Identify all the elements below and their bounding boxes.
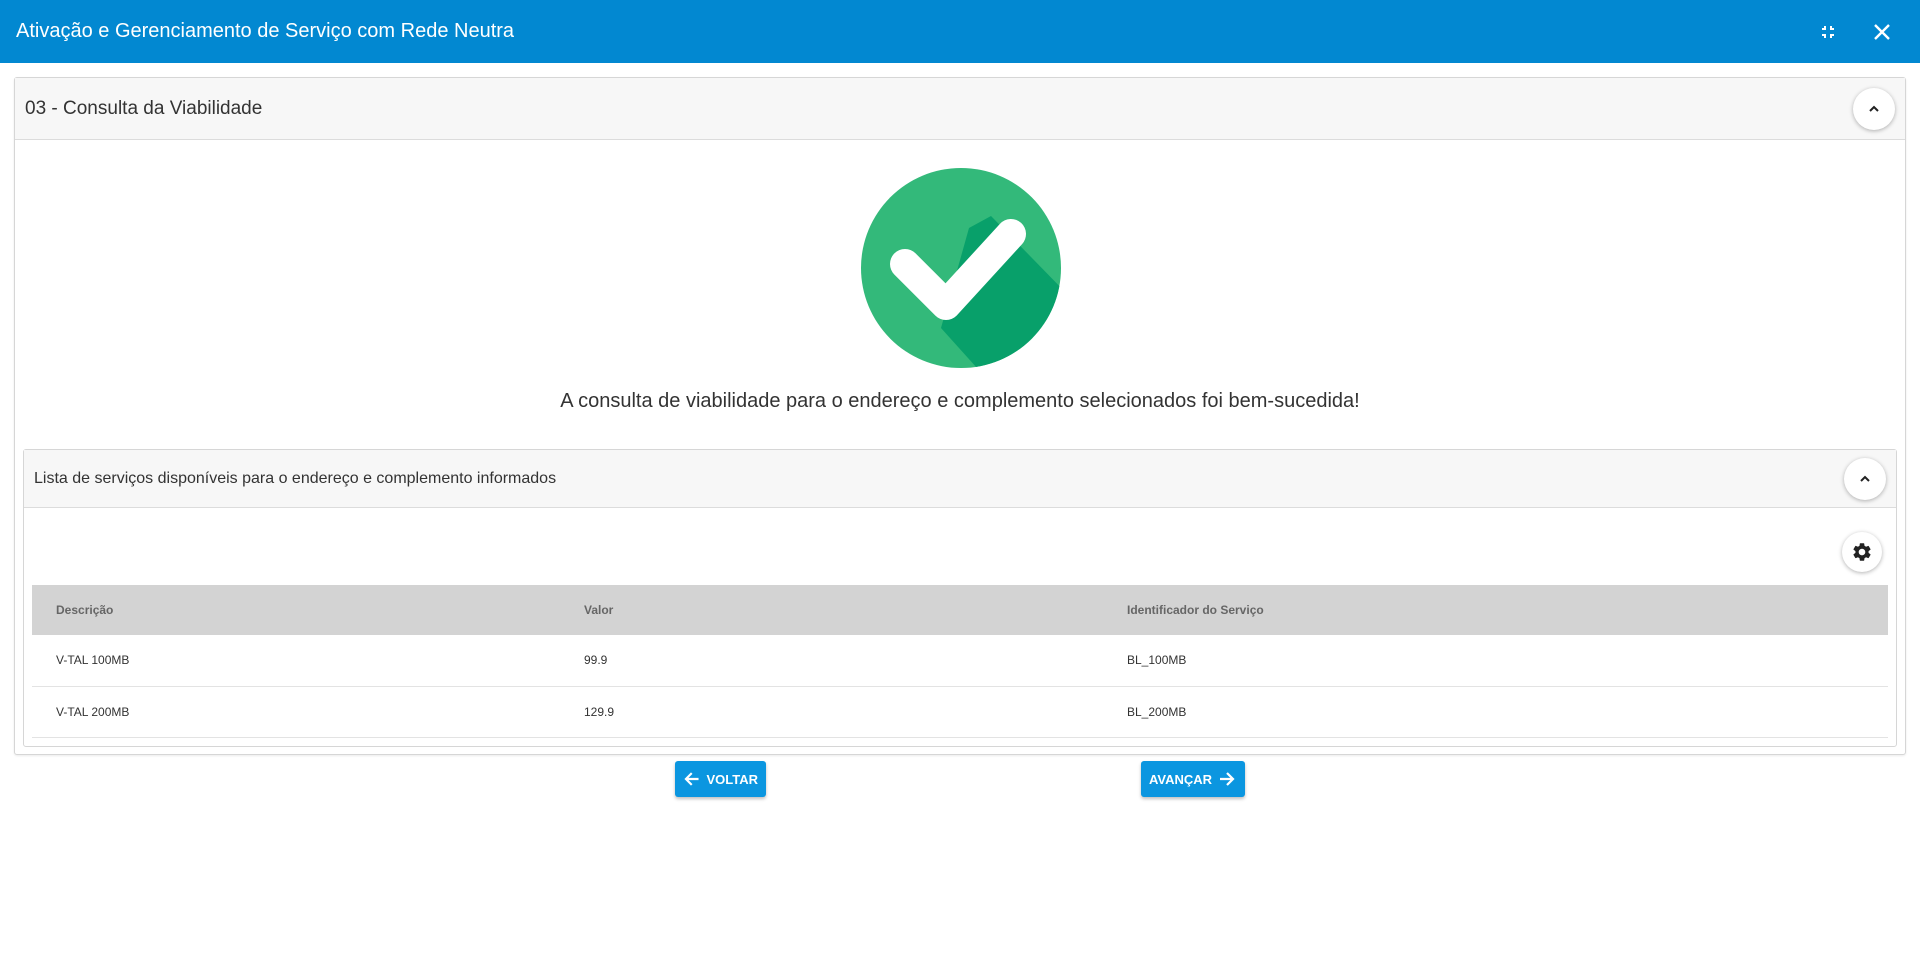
app-header: Ativação e Gerenciamento de Serviço com … [0, 0, 1920, 63]
success-check-icon [861, 168, 1061, 368]
header-actions [1814, 18, 1896, 46]
next-button-label: AVANÇAR [1149, 771, 1213, 787]
success-message: A consulta de viabilidade para o endereç… [560, 390, 1360, 412]
services-table: Descrição Valor Identificador do Serviço… [32, 585, 1888, 738]
arrow-left-icon [684, 772, 699, 786]
chevron-up-icon [1869, 105, 1879, 112]
step-panel: 03 - Consulta da Viabilidade A consulta … [14, 77, 1906, 755]
arrow-right-icon [1220, 772, 1235, 786]
chevron-up-icon [1860, 475, 1870, 482]
app-title: Ativação e Gerenciamento de Serviço com … [16, 20, 515, 42]
next-button[interactable]: AVANÇAR [1141, 761, 1245, 797]
services-panel: Lista de serviços disponíveis para o end… [23, 449, 1897, 747]
step-collapse-button[interactable] [1853, 87, 1895, 130]
success-area: A consulta de viabilidade para o endereç… [15, 140, 1905, 450]
cell-identificador: BL_100MB [1103, 635, 1888, 687]
column-header-descricao[interactable]: Descrição [32, 585, 560, 635]
table-settings-button[interactable] [1842, 532, 1882, 572]
cell-identificador: BL_200MB [1103, 686, 1888, 738]
table-header-row: Descrição Valor Identificador do Serviço [32, 585, 1888, 635]
cell-descricao: V-TAL 200MB [32, 686, 560, 738]
back-button[interactable]: VOLTAR [675, 761, 766, 797]
column-header-identificador[interactable]: Identificador do Serviço [1103, 585, 1888, 635]
step-title: 03 - Consulta da Viabilidade [25, 97, 263, 119]
gear-icon [1853, 543, 1871, 561]
minimize-icon[interactable] [1814, 18, 1842, 46]
column-header-valor[interactable]: Valor [560, 585, 1103, 635]
step-panel-header: 03 - Consulta da Viabilidade [15, 78, 1905, 140]
close-icon[interactable] [1868, 18, 1896, 46]
table-row[interactable]: V-TAL 200MB 129.9 BL_200MB [32, 686, 1888, 738]
services-collapse-button[interactable] [1844, 457, 1886, 500]
cell-descricao: V-TAL 100MB [32, 635, 560, 687]
services-title: Lista de serviços disponíveis para o end… [34, 469, 557, 487]
cell-valor: 99.9 [560, 635, 1103, 687]
back-button-label: VOLTAR [706, 771, 758, 787]
services-panel-header: Lista de serviços disponíveis para o end… [24, 450, 1896, 508]
table-row[interactable]: V-TAL 100MB 99.9 BL_100MB [32, 635, 1888, 687]
cell-valor: 129.9 [560, 686, 1103, 738]
